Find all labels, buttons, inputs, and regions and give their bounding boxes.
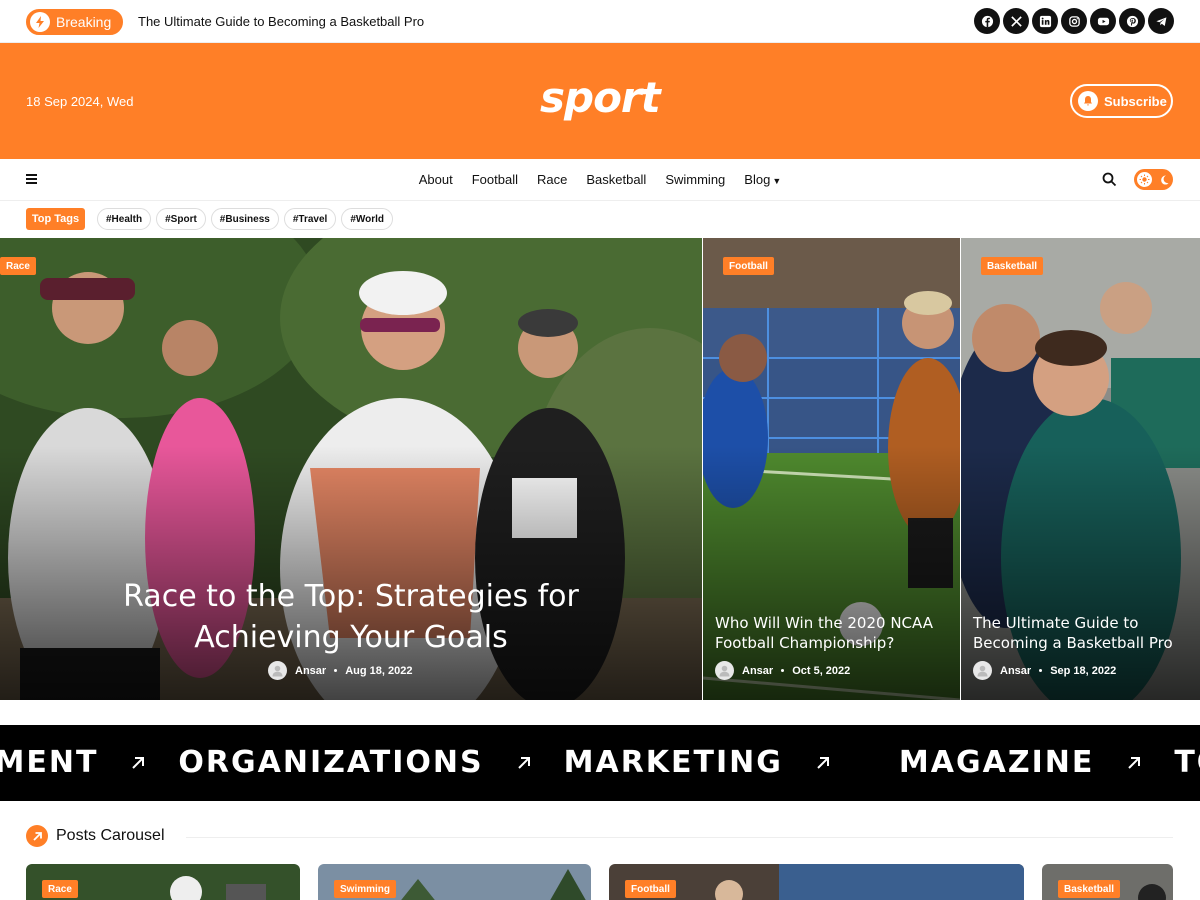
- current-date: 18 Sep 2024, Wed: [26, 94, 134, 109]
- linkedin-icon[interactable]: [1032, 8, 1058, 34]
- bolt-icon: [30, 12, 50, 32]
- category-badge-football[interactable]: Football: [625, 880, 676, 898]
- marquee-word[interactable]: EMENT: [0, 745, 98, 780]
- hero-title-football[interactable]: Who Will Win the 2020 NCAA Football Cham…: [715, 613, 955, 653]
- tag-travel[interactable]: #Travel: [283, 208, 337, 230]
- nav-item-about[interactable]: About: [419, 172, 453, 187]
- category-badge-race[interactable]: Race: [0, 257, 36, 275]
- tag-world[interactable]: #World: [341, 208, 394, 230]
- nav-item-blog[interactable]: Blog ▼: [744, 172, 781, 187]
- hero-meta-basketball: Ansar Sep 18, 2022: [973, 661, 1116, 680]
- nav-item-race[interactable]: Race: [537, 172, 567, 187]
- pinterest-icon[interactable]: [1119, 8, 1145, 34]
- main-nav: About Football Race Basketball Swimming …: [0, 159, 1200, 201]
- carousel-card[interactable]: Swimming: [318, 864, 591, 900]
- facebook-icon[interactable]: [974, 8, 1000, 34]
- category-badge-basketball[interactable]: Basketball: [981, 257, 1044, 275]
- search-icon[interactable]: [1102, 172, 1117, 187]
- hero-title-football-line1: Who Will Win the 2020 NCAA: [715, 614, 933, 632]
- hero-title-football-line2: Football Championship?: [715, 634, 895, 652]
- hero-post-football[interactable]: Football Who Will Win the 2020 NCAA Foot…: [703, 238, 960, 700]
- posts-carousel-heading: Posts Carousel: [26, 825, 165, 847]
- section-divider: [186, 837, 1173, 838]
- hero-title-basketball[interactable]: The Ultimate Guide to Becoming a Basketb…: [973, 613, 1199, 653]
- nav-menu: About Football Race Basketball Swimming …: [0, 172, 1200, 187]
- category-marquee: EMENT ORGANIZATIONS MARKETING MAGAZINE T…: [0, 725, 1200, 801]
- arrow-up-right-icon: [26, 825, 48, 847]
- hero-title-basketball-line1: The Ultimate Guide to: [973, 614, 1139, 632]
- category-badge-football[interactable]: Football: [723, 257, 774, 275]
- meta-separator: [334, 669, 338, 672]
- tag-health[interactable]: #Health: [97, 208, 152, 230]
- arrow-up-right-icon: [1128, 756, 1141, 769]
- author-avatar-icon: [268, 661, 287, 680]
- telegram-icon[interactable]: [1148, 8, 1174, 34]
- hero-title-race-line1: Race to the Top: Strategies for: [123, 579, 579, 614]
- hero-title-race-line2: Achieving Your Goals: [194, 620, 508, 655]
- marquee-word[interactable]: MAGAZINE: [899, 745, 1094, 780]
- hero-meta-race: Ansar Aug 18, 2022: [268, 661, 412, 680]
- category-badge-swimming[interactable]: Swimming: [334, 880, 397, 898]
- section-title: Posts Carousel: [56, 827, 165, 844]
- tag-list: #Health #Sport #Business #Travel #World: [97, 208, 394, 230]
- author-name[interactable]: Ansar: [295, 665, 326, 677]
- nav-item-swimming[interactable]: Swimming: [665, 172, 725, 187]
- breaking-news-link[interactable]: The Ultimate Guide to Becoming a Basketb…: [138, 14, 424, 29]
- meta-separator: [781, 669, 785, 672]
- bell-icon: [1078, 91, 1098, 111]
- marquee-track: EMENT ORGANIZATIONS MARKETING MAGAZINE T…: [0, 745, 1200, 780]
- sun-icon: [1137, 172, 1152, 187]
- subscribe-button[interactable]: Subscribe: [1070, 84, 1173, 118]
- social-links: [974, 8, 1174, 34]
- tag-sport[interactable]: #Sport: [156, 208, 206, 230]
- caret-down-icon: ▼: [772, 176, 782, 186]
- post-date: Aug 18, 2022: [345, 664, 413, 677]
- instagram-icon[interactable]: [1061, 8, 1087, 34]
- tag-business[interactable]: #Business: [210, 208, 279, 230]
- arrow-up-right-icon: [517, 756, 530, 769]
- hero-post-race[interactable]: Race Race to the Top: Strategies for Ach…: [0, 238, 702, 700]
- breaking-label: Breaking: [56, 14, 112, 30]
- arrow-up-right-icon: [132, 756, 145, 769]
- dark-mode-toggle[interactable]: [1134, 169, 1173, 190]
- author-name[interactable]: Ansar: [742, 665, 773, 677]
- top-tags-label: Top Tags: [26, 208, 85, 230]
- post-date: Oct 5, 2022: [792, 664, 851, 677]
- arrow-up-right-icon: [817, 756, 829, 769]
- nav-item-basketball[interactable]: Basketball: [586, 172, 646, 187]
- x-icon[interactable]: [1003, 8, 1029, 34]
- masthead: 18 Sep 2024, Wed sport Subscribe: [0, 43, 1200, 159]
- category-badge-race[interactable]: Race: [42, 880, 78, 898]
- nav-item-football[interactable]: Football: [472, 172, 518, 187]
- carousel-card[interactable]: Basketball: [1042, 864, 1173, 900]
- top-tags-bar: Top Tags #Health #Sport #Business #Trave…: [0, 201, 1200, 238]
- hero-post-basketball[interactable]: Basketball The Ultimate Guide to Becomin…: [961, 238, 1200, 700]
- marquee-word[interactable]: TODAY NE: [1174, 745, 1200, 780]
- youtube-icon[interactable]: [1090, 8, 1116, 34]
- marquee-word[interactable]: MARKETING: [564, 745, 783, 780]
- subscribe-label: Subscribe: [1104, 93, 1167, 109]
- top-bar: Breaking The Ultimate Guide to Becoming …: [0, 0, 1200, 43]
- category-badge-basketball[interactable]: Basketball: [1058, 880, 1121, 898]
- post-date: Sep 18, 2022: [1050, 664, 1117, 677]
- nav-item-blog-label: Blog: [744, 172, 771, 187]
- hero-meta-football: Ansar Oct 5, 2022: [715, 661, 850, 680]
- carousel-card[interactable]: Football: [609, 864, 1024, 900]
- marquee-word[interactable]: ORGANIZATIONS: [178, 745, 483, 780]
- author-avatar-icon: [973, 661, 992, 680]
- carousel-card[interactable]: Race: [26, 864, 300, 900]
- breaking-badge: Breaking: [26, 9, 123, 35]
- moon-icon: [1161, 175, 1169, 184]
- meta-separator: [1039, 669, 1043, 672]
- hero-title-basketball-line2: Becoming a Basketball Pro: [973, 634, 1173, 652]
- author-name[interactable]: Ansar: [1000, 665, 1031, 677]
- author-avatar-icon: [715, 661, 734, 680]
- hero-title-race[interactable]: Race to the Top: Strategies for Achievin…: [0, 576, 702, 658]
- site-logo[interactable]: sport: [540, 73, 661, 122]
